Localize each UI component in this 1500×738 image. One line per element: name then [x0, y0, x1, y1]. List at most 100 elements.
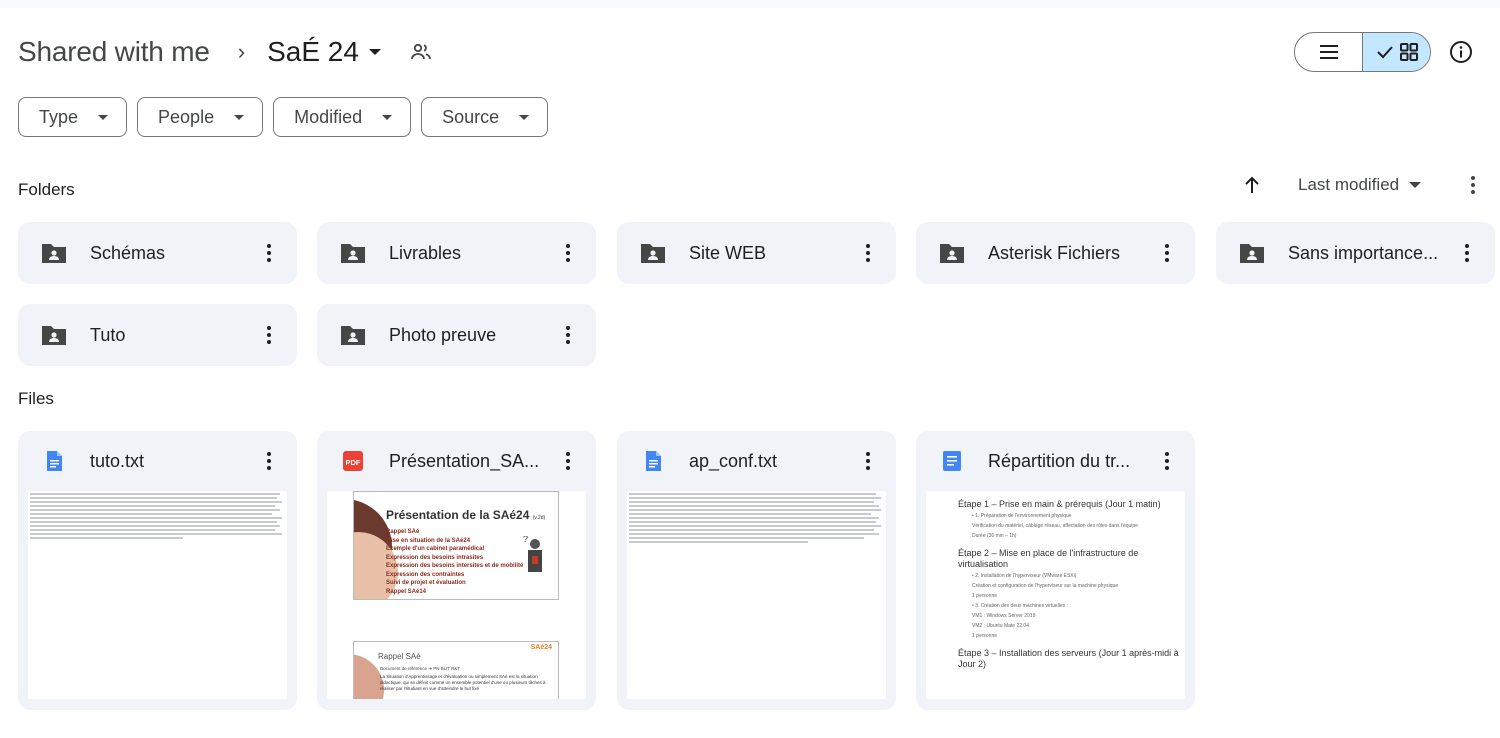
doc-heading: Étape 2 – Mise en place de l'infrastruct… — [958, 548, 1139, 569]
file-thumbnail: Présentation de la SAé24 (v.2d) Rappel S… — [327, 491, 586, 699]
pdf-icon: PDF — [343, 451, 363, 471]
slide-bullet: Expression des besoins intersites et de … — [386, 563, 524, 569]
filter-label: Source — [442, 106, 500, 127]
grid-view-icon — [1399, 43, 1418, 61]
file-card[interactable]: PDF Présentation_SA... Présentation de l… — [317, 431, 596, 710]
filter-chips: Type People Modified Source — [18, 97, 549, 137]
slide2-badge: SAé24 — [530, 644, 552, 651]
google-docs-icon — [943, 451, 961, 471]
grid-view-button[interactable] — [1362, 33, 1430, 71]
more-vert-icon[interactable] — [257, 449, 281, 473]
file-name: Présentation_SA... — [389, 450, 540, 471]
filter-type[interactable]: Type — [18, 97, 128, 137]
chevron-down-icon — [519, 114, 530, 120]
doc-heading: Étape 3 – Installation des serveurs (Jou… — [958, 648, 1179, 669]
pdf-slide-2: Rappel SAé SAé24 Document de référence ➔… — [353, 641, 559, 699]
list-view-button[interactable] — [1295, 33, 1362, 71]
folder-name: Asterisk Fichiers — [988, 242, 1121, 263]
folders-heading: Folders — [18, 180, 75, 199]
folder-card[interactable]: Asterisk Fichiers — [916, 222, 1195, 284]
check-icon — [1376, 46, 1393, 59]
doc-heading: Étape 1 – Prise en main & prérequis (Jou… — [958, 499, 1161, 509]
more-vert-icon[interactable] — [856, 449, 880, 473]
more-vert-icon[interactable] — [257, 241, 281, 265]
more-vert-icon[interactable] — [1455, 241, 1479, 265]
more-vert-icon[interactable] — [1155, 241, 1179, 265]
google-docs-icon — [47, 451, 62, 471]
view-toggle — [1294, 32, 1431, 72]
chevron-down-icon — [1409, 182, 1422, 188]
folder-card[interactable]: Sans importance... — [1216, 222, 1495, 284]
more-vert-icon[interactable] — [556, 241, 580, 265]
folder-card[interactable]: Tuto — [18, 304, 297, 366]
file-card[interactable]: ap_conf.txt — [617, 431, 896, 710]
more-vert-icon[interactable] — [556, 323, 580, 347]
filter-label: People — [158, 106, 215, 127]
doc-line: • 3. Création des deux machines virtuell… — [972, 603, 1068, 609]
shared-folder-icon — [940, 244, 964, 263]
folder-card[interactable]: Photo preuve — [317, 304, 596, 366]
current-folder-button[interactable]: SaÉ 24 — [267, 36, 381, 68]
folder-card[interactable]: Livrables — [317, 222, 596, 284]
folder-name: Site WEB — [689, 242, 767, 263]
slide-bullet: Rappel SAé14 — [386, 588, 427, 595]
text-preview-lines — [28, 491, 287, 543]
current-folder-name: SaÉ 24 — [267, 36, 359, 67]
file-thumbnail — [627, 491, 886, 699]
file-header: Répartition du tr... — [916, 431, 1195, 491]
folder-card[interactable]: Site WEB — [617, 222, 896, 284]
shared-people-icon[interactable] — [409, 40, 433, 64]
file-header: ap_conf.txt — [617, 431, 896, 491]
svg-text:PDF: PDF — [346, 458, 361, 467]
slide-bullet: Mise en situation de la SAé24 — [386, 537, 471, 544]
folder-name: Schémas — [90, 242, 166, 263]
more-vert-icon[interactable] — [856, 241, 880, 265]
file-header: PDF Présentation_SA... — [317, 431, 596, 491]
shared-folder-icon — [42, 326, 66, 345]
slide2-line: Document de référence ➔ PN BUT R&T — [380, 666, 460, 671]
filter-label: Type — [39, 106, 79, 127]
sort-direction-arrow-up-icon[interactable] — [1240, 173, 1264, 197]
doc-line: VM1 : Windows Server 2019 — [972, 613, 1036, 619]
folder-name: Livrables — [389, 242, 462, 263]
doc-line: • 1. Préparation de l'environnement phys… — [972, 513, 1072, 519]
chevron-down-icon — [234, 114, 245, 120]
slide-bullet: Exemple d'un cabinet paramédical — [386, 546, 485, 552]
slide2-text: Document de référence ➔ PN BUT R&T La Si… — [380, 666, 552, 692]
slide-bullet: Suivi de projet et évaluation — [386, 580, 466, 586]
folder-card[interactable]: Schémas — [18, 222, 297, 284]
filter-modified[interactable]: Modified — [273, 97, 412, 137]
shared-folder-icon — [341, 244, 365, 263]
breadcrumb-root[interactable]: Shared with me — [18, 36, 210, 68]
files-heading: Files — [18, 389, 54, 408]
doc-line: Vérification du matériel, câblage réseau… — [972, 523, 1138, 529]
shared-folder-icon — [42, 244, 66, 263]
file-name: tuto.txt — [90, 450, 145, 471]
shared-folder-icon — [341, 326, 365, 345]
breadcrumb: Shared with me › SaÉ 24 — [18, 30, 433, 74]
person-illustration: ? — [523, 536, 542, 572]
filter-source[interactable]: Source — [421, 97, 549, 137]
file-thumbnail — [28, 491, 287, 699]
slide-bullet: Expression des contraintes — [386, 571, 465, 578]
file-card[interactable]: tuto.txt — [18, 431, 297, 710]
filter-label: Modified — [294, 106, 363, 127]
file-header: tuto.txt — [18, 431, 297, 491]
slide-bullets: Rappel SAé Mise en situation de la SAé24… — [386, 528, 536, 596]
more-vert-icon[interactable] — [556, 449, 580, 473]
info-icon[interactable] — [1449, 40, 1473, 64]
chevron-down-icon — [368, 49, 381, 55]
more-vert-icon[interactable] — [257, 323, 281, 347]
pdf-slide-1: Présentation de la SAé24 (v.2d) Rappel S… — [353, 491, 559, 600]
doc-line: • 2. Installation de l'hyperviseur (VMwa… — [972, 573, 1077, 579]
file-name: ap_conf.txt — [689, 450, 778, 471]
breadcrumb-separator: › — [237, 39, 246, 64]
sort-by-button[interactable]: Last modified — [1298, 175, 1399, 195]
folder-name: Photo preuve — [389, 324, 497, 345]
chevron-down-icon — [382, 114, 393, 120]
filter-people[interactable]: People — [137, 97, 264, 137]
more-vert-icon[interactable] — [1155, 449, 1179, 473]
text-preview-lines — [627, 491, 886, 547]
file-card[interactable]: Répartition du tr... Étape 1 – Prise en … — [916, 431, 1195, 710]
more-vert-icon[interactable] — [1461, 173, 1485, 197]
